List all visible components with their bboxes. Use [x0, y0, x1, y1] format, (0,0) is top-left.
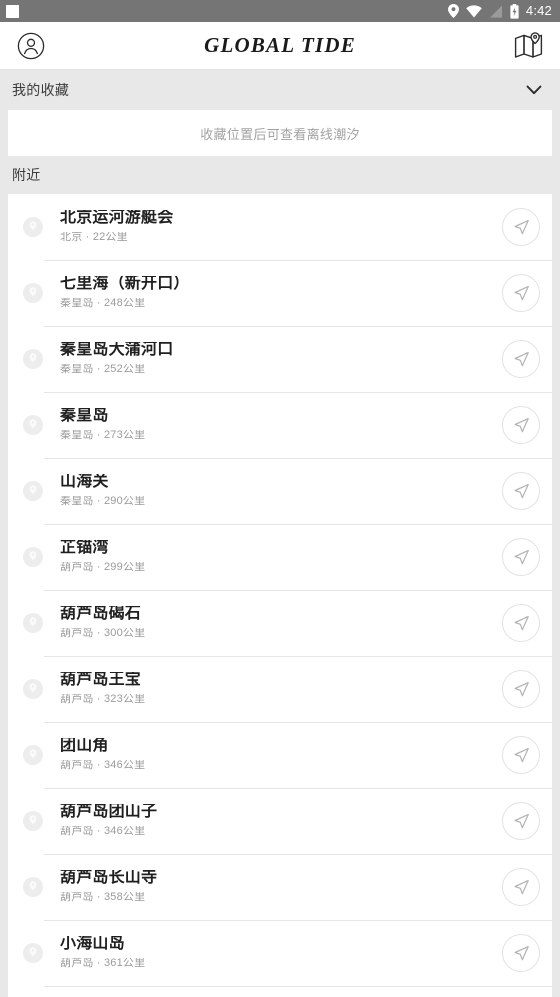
list-item-text: 团山角 葫芦岛 · 346公里 [60, 738, 494, 771]
app-root: 4:42 GLOBAL TIDE 我的收藏 收藏位置后可查看离线潮汐 附近 北京… [0, 0, 560, 997]
app-bar: GLOBAL TIDE [0, 22, 560, 70]
favorites-section-header[interactable]: 我的收藏 [0, 70, 560, 110]
list-item-9[interactable]: 葫芦岛团山子 葫芦岛 · 346公里 [8, 788, 552, 854]
signal-off-icon [489, 4, 503, 18]
list-item-title: 山海关 [60, 474, 109, 491]
location-pin-icon [22, 612, 44, 634]
list-item-title: 芷锚湾 [60, 540, 109, 557]
list-item-text: 芷锚湾 葫芦岛 · 299公里 [60, 540, 494, 573]
status-bar-left [6, 4, 19, 18]
list-item-text: 小海山岛 葫芦岛 · 361公里 [60, 936, 494, 969]
list-item-title: 秦皇岛大蒲河口 [60, 342, 174, 359]
location-pin-icon [22, 678, 44, 700]
location-pin-icon [22, 876, 44, 898]
list-item-subtitle: 秦皇岛 · 273公里 [60, 430, 146, 442]
navigate-arrow-icon[interactable] [502, 604, 540, 642]
list-item-7[interactable]: 葫芦岛王宝 葫芦岛 · 323公里 [8, 656, 552, 722]
status-bar-clock: 4:42 [525, 3, 552, 18]
nearby-header-label: 附近 [12, 167, 41, 183]
scroll-content[interactable]: 我的收藏 收藏位置后可查看离线潮汐 附近 北京运河游艇会 北京 · 22公里 七… [0, 70, 560, 997]
list-item-title: 团山角 [60, 738, 109, 755]
location-pin-icon [22, 480, 44, 502]
navigate-arrow-icon[interactable] [502, 736, 540, 774]
list-item-subtitle: 葫芦岛 · 323公里 [60, 694, 146, 706]
list-item-text: 秦皇岛大蒲河口 秦皇岛 · 252公里 [60, 342, 494, 375]
list-item-2[interactable]: 秦皇岛大蒲河口 秦皇岛 · 252公里 [8, 326, 552, 392]
list-item-title: 葫芦岛团山子 [60, 804, 158, 821]
location-pin-icon [22, 414, 44, 436]
navigate-arrow-icon[interactable] [502, 340, 540, 378]
location-pin-icon [22, 282, 44, 304]
navigate-arrow-icon[interactable] [502, 802, 540, 840]
location-pin-icon [22, 942, 44, 964]
list-item-8[interactable]: 团山角 葫芦岛 · 346公里 [8, 722, 552, 788]
list-item-11[interactable]: 小海山岛 葫芦岛 · 361公里 [8, 920, 552, 986]
nearby-section-header: 附近 [0, 156, 560, 194]
list-item-subtitle: 葫芦岛 · 361公里 [60, 958, 146, 970]
list-item-subtitle: 葫芦岛 · 300公里 [60, 628, 146, 640]
navigate-arrow-icon[interactable] [502, 208, 540, 246]
list-item-0[interactable]: 北京运河游艇会 北京 · 22公里 [8, 194, 552, 260]
navigate-arrow-icon[interactable] [502, 670, 540, 708]
list-item-subtitle: 葫芦岛 · 358公里 [60, 892, 146, 904]
list-item-text: 葫芦岛王宝 葫芦岛 · 323公里 [60, 672, 494, 705]
favorites-header-label: 我的收藏 [12, 82, 70, 98]
list-item-subtitle: 秦皇岛 · 290公里 [60, 496, 146, 508]
location-pin-icon [22, 810, 44, 832]
list-item-title: 七里海（新开口） [60, 276, 190, 293]
map-pin-icon[interactable] [512, 29, 546, 63]
list-item-text: 葫芦岛长山寺 葫芦岛 · 358公里 [60, 870, 494, 903]
status-bar-right: 4:42 [447, 0, 552, 22]
navigate-arrow-icon[interactable] [502, 538, 540, 576]
list-item-4[interactable]: 山海关 秦皇岛 · 290公里 [8, 458, 552, 524]
app-title: GLOBAL TIDE [204, 33, 356, 57]
list-item-6[interactable]: 葫芦岛碣石 葫芦岛 · 300公里 [8, 590, 552, 656]
location-icon [447, 4, 459, 18]
list-item-text: 七里海（新开口） 秦皇岛 · 248公里 [60, 276, 494, 309]
list-item-text: 葫芦岛碣石 葫芦岛 · 300公里 [60, 606, 494, 639]
navigate-arrow-icon[interactable] [502, 472, 540, 510]
chevron-down-icon[interactable] [520, 76, 548, 104]
list-item-subtitle: 葫芦岛 · 299公里 [60, 562, 146, 574]
list-item-text: 葫芦岛团山子 葫芦岛 · 346公里 [60, 804, 494, 837]
navigate-arrow-icon[interactable] [502, 868, 540, 906]
list-item-5[interactable]: 芷锚湾 葫芦岛 · 299公里 [8, 524, 552, 590]
navigate-arrow-icon[interactable] [502, 274, 540, 312]
location-pin-icon [22, 744, 44, 766]
list-item-3[interactable]: 秦皇岛 秦皇岛 · 273公里 [8, 392, 552, 458]
list-item-title: 小海山岛 [60, 936, 125, 953]
favorites-empty-card: 收藏位置后可查看离线潮汐 [8, 110, 552, 156]
list-item-title: 葫芦岛碣石 [60, 606, 142, 623]
battery-charging-icon [510, 3, 519, 19]
list-item-subtitle: 北京 · 22公里 [60, 232, 128, 244]
list-item-title: 葫芦岛长山寺 [60, 870, 158, 887]
list-item-subtitle: 秦皇岛 · 252公里 [60, 364, 146, 376]
list-item-subtitle: 葫芦岛 · 346公里 [60, 826, 146, 838]
list-item-text: 山海关 秦皇岛 · 290公里 [60, 474, 494, 507]
wifi-icon [466, 4, 482, 18]
list-item-title: 葫芦岛王宝 [60, 672, 142, 689]
status-bar: 4:42 [0, 0, 560, 22]
list-item-text: 北京运河游艇会 北京 · 22公里 [60, 210, 494, 243]
list-item-text: 秦皇岛 秦皇岛 · 273公里 [60, 408, 494, 441]
favorites-empty-message: 收藏位置后可查看离线潮汐 [200, 126, 360, 142]
navigate-arrow-icon[interactable] [502, 406, 540, 444]
location-pin-icon [22, 216, 44, 238]
list-item-1[interactable]: 七里海（新开口） 秦皇岛 · 248公里 [8, 260, 552, 326]
navigate-arrow-icon[interactable] [502, 934, 540, 972]
list-item-subtitle: 葫芦岛 · 346公里 [60, 760, 146, 772]
nearby-list: 北京运河游艇会 北京 · 22公里 七里海（新开口） 秦皇岛 · 248公里 秦… [8, 194, 552, 997]
list-item-title: 秦皇岛 [60, 408, 109, 425]
list-item-subtitle: 秦皇岛 · 248公里 [60, 298, 146, 310]
notification-square-icon [6, 4, 19, 18]
list-item-12[interactable]: 张家山子岛 [8, 986, 552, 997]
account-circle-icon[interactable] [14, 29, 48, 63]
list-item-title: 北京运河游艇会 [60, 210, 174, 227]
list-item-10[interactable]: 葫芦岛长山寺 葫芦岛 · 358公里 [8, 854, 552, 920]
location-pin-icon [22, 546, 44, 568]
location-pin-icon [22, 348, 44, 370]
